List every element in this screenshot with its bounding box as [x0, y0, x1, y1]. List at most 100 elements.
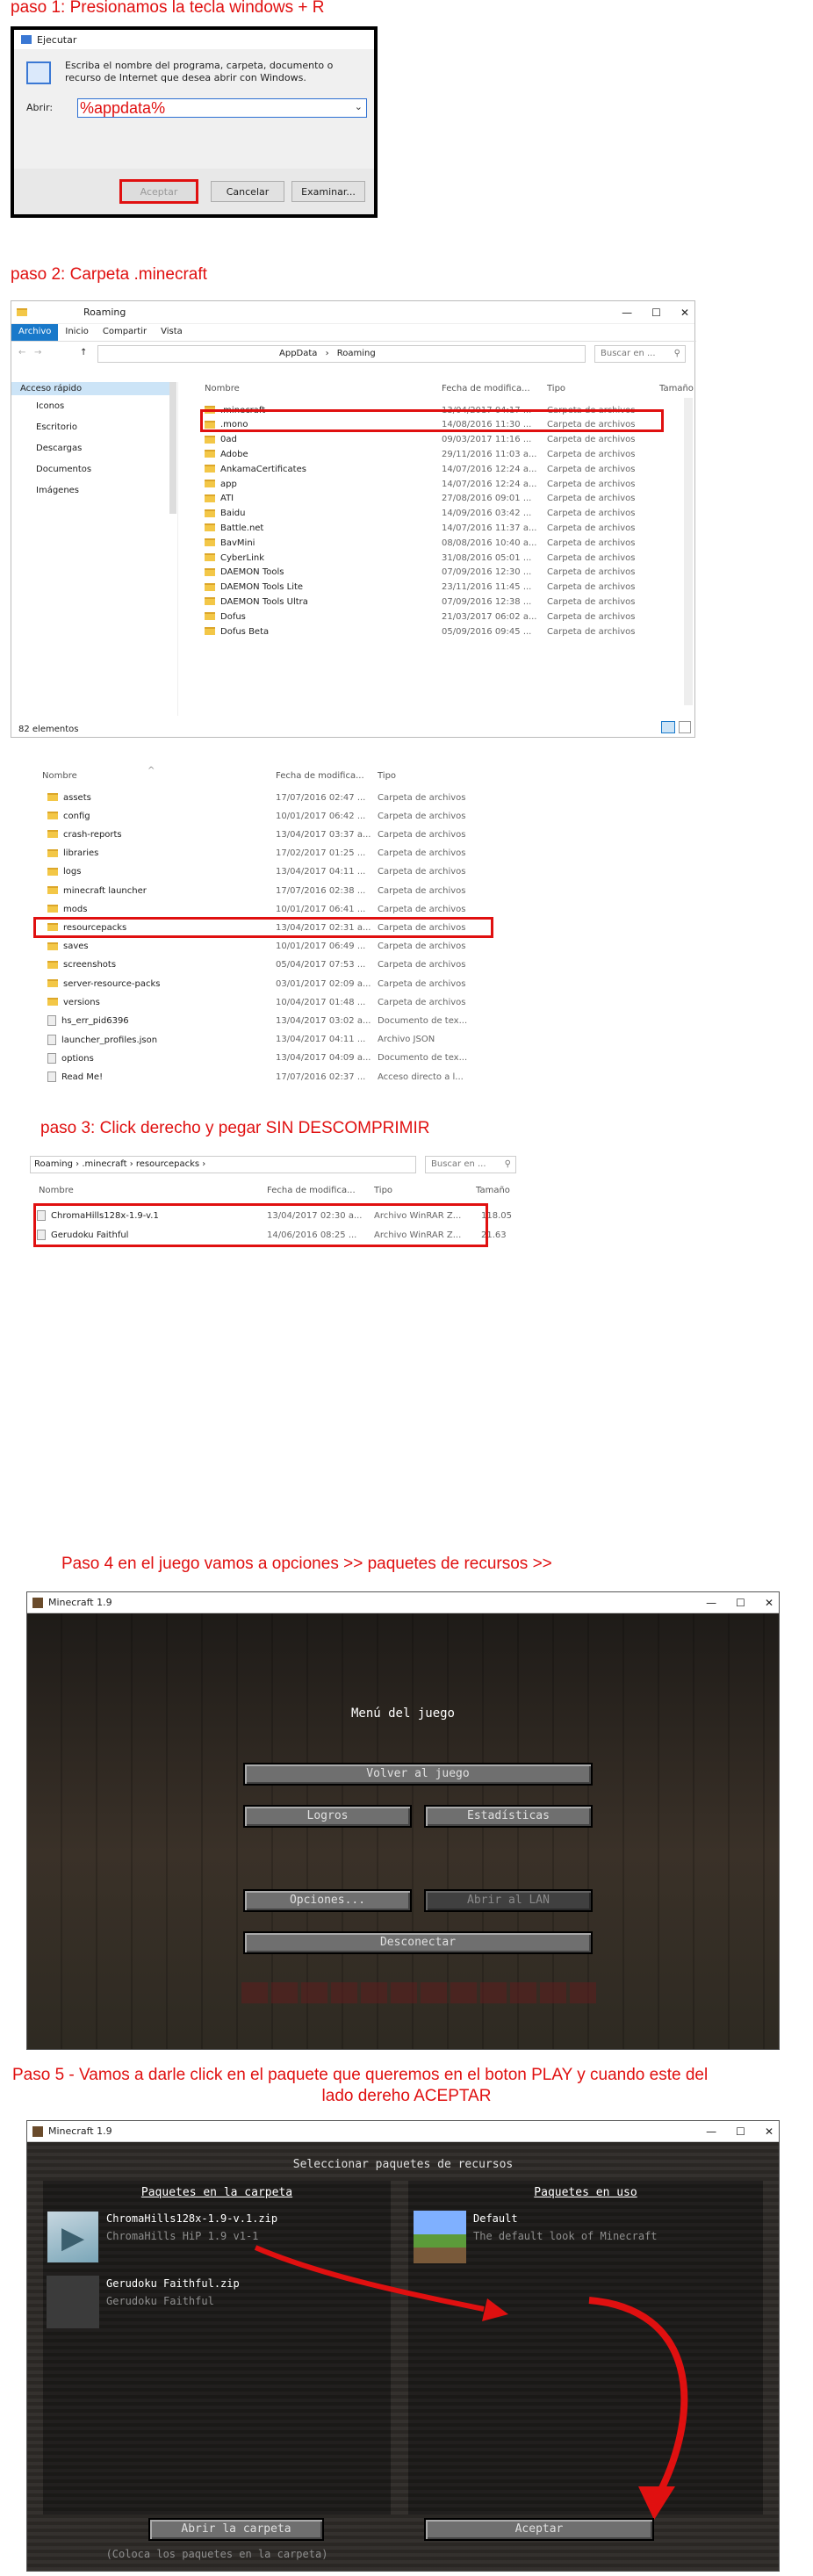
- rp-col-nombre[interactable]: Nombre: [39, 1186, 74, 1195]
- nav-escritorio[interactable]: Escritorio: [36, 422, 77, 432]
- run-open-input[interactable]: %appdata% ⌄: [77, 98, 367, 118]
- back-to-game-button[interactable]: Volver al juego: [243, 1763, 593, 1786]
- achievements-button[interactable]: Logros: [243, 1805, 412, 1828]
- rp-col-fecha[interactable]: Fecha de modifica...: [267, 1186, 356, 1195]
- mc-col-tipo[interactable]: Tipo: [378, 771, 396, 781]
- nav-quick-access[interactable]: Acceso rápido: [11, 382, 169, 395]
- nav-imagenes[interactable]: Imágenes: [36, 486, 79, 495]
- mc-file-row[interactable]: hs_err_pid6396 13/04/2017 03:02 a... Docum…: [47, 1014, 486, 1028]
- maximize-icon[interactable]: ☐: [736, 2125, 745, 2138]
- folder-icon: [47, 812, 58, 820]
- mc-file-row[interactable]: screenshots 05/04/2017 07:53 ... Carpeta d…: [47, 958, 486, 972]
- run-browse-button[interactable]: Examinar...: [291, 181, 365, 202]
- file-row[interactable]: Dofus Beta 05/09/2016 09:45 ... Carpeta de…: [205, 624, 679, 639]
- file-row[interactable]: 0ad 09/03/2017 11:16 ... Carpeta de archiv…: [205, 433, 679, 447]
- run-cancel-button[interactable]: Cancelar: [211, 181, 284, 202]
- chevron-down-icon[interactable]: ⌄: [355, 101, 363, 112]
- options-button[interactable]: Opciones...: [243, 1889, 412, 1912]
- rp-path-resourcepacks[interactable]: resourcepacks: [136, 1159, 199, 1169]
- mc-file-row[interactable]: config 10/01/2017 06:42 ... Carpeta de arc…: [47, 809, 486, 823]
- mc-file-type: Carpeta de archivos: [378, 960, 466, 971]
- mc-file-row[interactable]: assets 17/07/2016 02:47 ... Carpeta de arc…: [47, 790, 486, 805]
- file-row[interactable]: ATI 27/08/2016 09:01 ... Carpeta de archiv…: [205, 492, 679, 506]
- run-dialog: Ejecutar Escriba el nombre del programa,…: [14, 30, 374, 214]
- rp-col-tipo[interactable]: Tipo: [374, 1186, 392, 1195]
- nav-iconos[interactable]: Iconos: [36, 401, 64, 411]
- file-date: 14/07/2016 11:37 a...: [442, 523, 537, 533]
- open-lan-button[interactable]: Abrir al LAN: [424, 1889, 593, 1912]
- details-view-icon[interactable]: [661, 721, 675, 733]
- accept-button[interactable]: Aceptar: [424, 2518, 654, 2541]
- file-row[interactable]: DAEMON Tools 07/09/2016 12:30 ... Carpeta …: [205, 566, 679, 580]
- mc-col-nombre[interactable]: Nombre: [42, 771, 77, 781]
- maximize-icon[interactable]: ☐: [736, 1597, 745, 1609]
- file-row[interactable]: DAEMON Tools Lite 23/11/2016 11:45 ... Car…: [205, 581, 679, 595]
- mc-file-row[interactable]: server-resource-packs 03/01/2017 02:09 a.…: [47, 977, 486, 991]
- file-row[interactable]: Battle.net 14/07/2016 11:37 a... Carpeta d…: [205, 521, 679, 535]
- col-tipo[interactable]: Tipo: [547, 384, 565, 393]
- nav-documentos[interactable]: Documentos: [36, 465, 91, 474]
- mc-col-fecha[interactable]: Fecha de modifica...: [276, 771, 364, 781]
- col-fecha[interactable]: Fecha de modifica...: [442, 384, 530, 393]
- tab-vista[interactable]: Vista: [154, 324, 190, 341]
- mc-name-cell: assets: [47, 793, 276, 803]
- file-row[interactable]: BavMini 08/08/2016 10:40 a... Carpeta de a…: [205, 536, 679, 550]
- forward-icon[interactable]: →: [34, 348, 41, 357]
- tab-archivo[interactable]: Archivo: [11, 324, 59, 341]
- mc-file-type: Acceso directo a l...: [378, 1072, 464, 1082]
- rp-path-roaming[interactable]: Roaming: [34, 1159, 73, 1169]
- file-row[interactable]: app 14/07/2016 12:24 a... Carpeta de archi…: [205, 477, 679, 491]
- file-row[interactable]: AnkamaCertificates 14/07/2016 12:24 a... C…: [205, 462, 679, 476]
- mc-file-row[interactable]: saves 10/01/2017 06:49 ... Carpeta de arch…: [47, 940, 486, 954]
- rp-path-minecraft[interactable]: .minecraft: [82, 1159, 126, 1169]
- close-icon[interactable]: ✕: [765, 1597, 773, 1609]
- minimize-icon[interactable]: —: [706, 2125, 716, 2138]
- mc-file-row[interactable]: versions 10/04/2017 01:48 ... Carpeta de a…: [47, 995, 486, 1009]
- file-row[interactable]: Adobe 29/11/2016 11:03 a... Carpeta de arc…: [205, 447, 679, 461]
- mc-file-row[interactable]: launcher_profiles.json 13/04/2017 04:11 .…: [47, 1033, 486, 1047]
- file-row[interactable]: Dofus 21/03/2017 06:02 a... Carpeta de arc…: [205, 610, 679, 624]
- open-folder-button[interactable]: Abrir la carpeta: [148, 2518, 324, 2541]
- close-icon[interactable]: ✕: [765, 2125, 773, 2138]
- large-icons-view-icon[interactable]: [679, 721, 691, 733]
- run-ok-button[interactable]: Aceptar: [119, 179, 198, 204]
- disconnect-button[interactable]: Desconectar: [243, 1931, 593, 1954]
- minimize-icon[interactable]: —: [706, 1597, 716, 1609]
- mc-file-row[interactable]: libraries 17/02/2017 01:25 ... Carpeta de …: [47, 847, 486, 861]
- address-bar[interactable]: AppData › Roaming: [97, 345, 586, 363]
- mc-name-cell: Read Me!: [47, 1072, 276, 1082]
- tab-inicio[interactable]: Inicio: [58, 324, 95, 341]
- file-list-scrollbar[interactable]: [684, 398, 693, 705]
- maximize-icon[interactable]: ☐: [651, 307, 661, 319]
- rp-col-tamano[interactable]: Tamaño: [476, 1186, 510, 1195]
- file-row[interactable]: CyberLink 31/08/2016 05:01 ... Carpeta de …: [205, 551, 679, 565]
- up-icon[interactable]: ↑: [80, 348, 87, 357]
- mc-file-row[interactable]: Read Me! 17/07/2016 02:37 ... Acceso direc…: [47, 1070, 486, 1084]
- mc-file-date: 13/04/2017 04:09 a...: [276, 1053, 371, 1064]
- mc-file-row[interactable]: options 13/04/2017 04:09 a... Documento de…: [47, 1051, 486, 1065]
- search-placeholder: Buscar en ...: [601, 349, 656, 358]
- path-roaming[interactable]: Roaming: [337, 349, 376, 358]
- mc-file-row[interactable]: minecraft launcher 17/07/2016 02:38 ... Ca…: [47, 884, 486, 898]
- col-tamano[interactable]: Tamaño: [659, 384, 694, 393]
- path-appdata[interactable]: AppData: [279, 349, 317, 358]
- search-box[interactable]: Buscar en ... ⚲: [594, 345, 686, 363]
- mc-file-row[interactable]: crash-reports 13/04/2017 03:37 a... Carpet…: [47, 827, 486, 841]
- close-icon[interactable]: ✕: [680, 307, 689, 319]
- minimize-icon[interactable]: —: [622, 307, 632, 319]
- back-icon[interactable]: ←: [18, 348, 25, 357]
- rp-address-bar[interactable]: Roaming › .minecraft › resourcepacks ›: [30, 1156, 416, 1173]
- nav-descargas[interactable]: Descargas: [36, 444, 82, 453]
- tab-compartir[interactable]: Compartir: [96, 324, 154, 341]
- mc-file-row[interactable]: mods 10/01/2017 06:41 ... Carpeta de archi…: [47, 902, 486, 916]
- file-row[interactable]: Baidu 14/09/2016 03:42 ... Carpeta de arch…: [205, 507, 679, 521]
- window-controls: — ☐ ✕: [622, 307, 689, 319]
- stats-button[interactable]: Estadísticas: [424, 1805, 593, 1828]
- file-row[interactable]: DAEMON Tools Ultra 07/09/2016 12:38 ... Ca…: [205, 595, 679, 609]
- nav-scrollbar[interactable]: [169, 382, 176, 514]
- mc2-title: Minecraft 1.9: [48, 2125, 112, 2137]
- mc-file-row[interactable]: logs 13/04/2017 04:11 ... Carpeta de archi…: [47, 865, 486, 879]
- file-type: Carpeta de archivos: [547, 582, 636, 593]
- col-nombre[interactable]: Nombre: [205, 384, 240, 393]
- rp-search-box[interactable]: Buscar en ... ⚲: [425, 1156, 516, 1173]
